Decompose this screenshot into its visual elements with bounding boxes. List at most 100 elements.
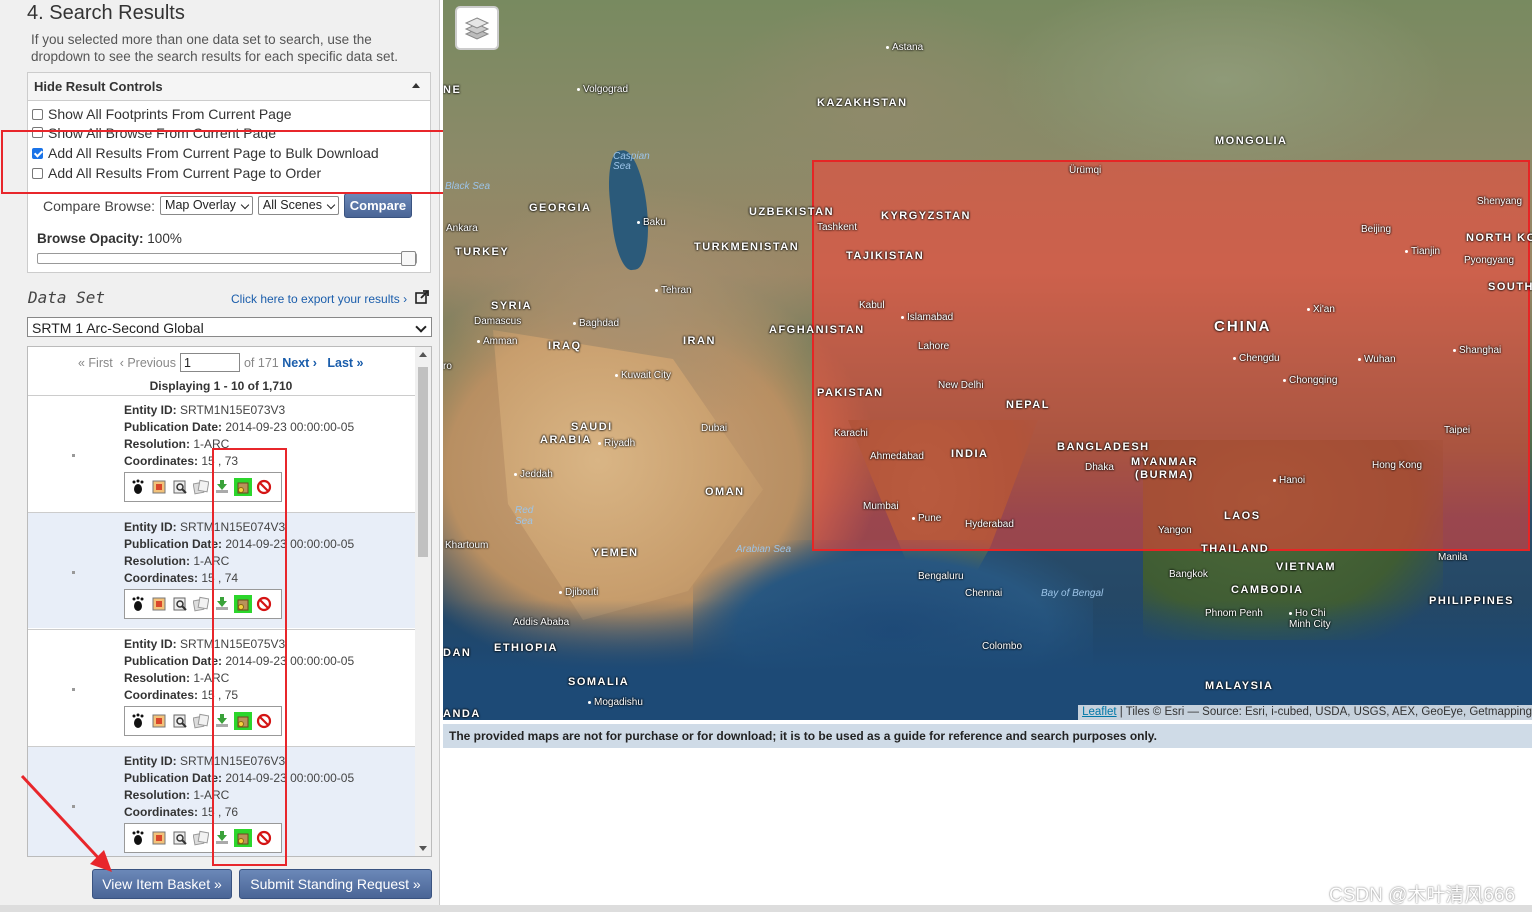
entity-id: SRTM1N15E076V3	[180, 754, 286, 768]
map-label: IRAQ	[548, 340, 582, 352]
coordinates: 15 , 74	[201, 571, 239, 585]
publication-date: 2014-09-23 00:00:00-05	[225, 654, 355, 668]
leaflet-link[interactable]: Leaflet	[1082, 706, 1117, 718]
footprint-icon[interactable]	[129, 478, 147, 496]
compare-icon[interactable]	[192, 595, 210, 613]
first-page-link[interactable]: « First	[78, 356, 113, 370]
show-browse-checkbox[interactable]	[32, 127, 43, 138]
result-item[interactable]: Entity ID: SRTM1N15E076V3 Publication Da…	[28, 746, 415, 856]
compare-scenes-select[interactable]: All Scenes	[257, 196, 339, 215]
map-label: Mumbai	[863, 501, 899, 512]
last-page-link[interactable]: Last »	[327, 356, 363, 370]
external-link-icon[interactable]	[415, 290, 429, 304]
map-label: Baghdad	[573, 318, 619, 329]
exclude-icon[interactable]	[255, 829, 273, 847]
compare-icon[interactable]	[192, 712, 210, 730]
opacity-slider[interactable]	[37, 251, 417, 266]
map-label: Tehran	[655, 285, 692, 296]
bulk-download-icon[interactable]	[234, 712, 252, 730]
view-item-basket-button[interactable]: View Item Basket »	[92, 869, 232, 899]
result-metadata: Entity ID: SRTM1N15E074V3 Publication Da…	[124, 519, 354, 587]
data-set-select[interactable]: SRTM 1 Arc-Second Global	[27, 317, 432, 337]
layers-control[interactable]	[455, 6, 499, 50]
footprint-icon[interactable]	[129, 829, 147, 847]
compare-icon[interactable]	[192, 829, 210, 847]
coordinates-label: Coordinates:	[124, 805, 199, 819]
map-label: SOUTH	[1488, 281, 1532, 293]
section-title: 4. Search Results	[27, 2, 185, 24]
exclude-icon[interactable]	[255, 712, 273, 730]
map-label: Kabul	[859, 300, 885, 311]
download-icon[interactable]	[213, 595, 231, 613]
result-item[interactable]: Entity ID: SRTM1N15E073V3 Publication Da…	[28, 395, 415, 511]
map-label: Astana	[886, 42, 923, 53]
page-number-input[interactable]: 1	[179, 353, 240, 372]
compare-button[interactable]: Compare	[343, 193, 412, 218]
browse-opacity-label: Browse Opacity:	[37, 231, 144, 246]
result-item[interactable]: Entity ID: SRTM1N15E074V3 Publication Da…	[28, 512, 415, 628]
metadata-icon[interactable]	[171, 712, 189, 730]
map-label: AFGHANISTAN	[769, 324, 865, 336]
bottom-scrollbar[interactable]	[0, 905, 1532, 912]
download-icon[interactable]	[213, 712, 231, 730]
map-label: PAKISTAN	[817, 387, 884, 399]
bulk-download-option[interactable]: Add All Results From Current Page to Bul…	[32, 145, 379, 161]
resolution-label: Resolution:	[124, 788, 190, 802]
previous-page-link[interactable]: ‹ Previous	[120, 356, 176, 370]
footprint-icon[interactable]	[129, 712, 147, 730]
opacity-slider-handle[interactable]	[401, 251, 416, 266]
publication-label: Publication Date:	[124, 537, 223, 551]
map-label: TURKMENISTAN	[694, 241, 800, 253]
bulk-download-checkbox[interactable]	[32, 147, 43, 159]
submit-standing-request-button[interactable]: Submit Standing Request »	[239, 869, 432, 899]
browse-overlay-icon[interactable]	[150, 478, 168, 496]
result-controls: Hide Result Controls Show All Footprints…	[27, 72, 431, 273]
show-browse-option[interactable]: Show All Browse From Current Page	[32, 126, 276, 139]
scroll-up-icon[interactable]	[419, 352, 427, 357]
results-list: « First ‹ Previous 1 of 171 Next › Last …	[27, 346, 432, 857]
bulk-download-icon[interactable]	[234, 829, 252, 847]
result-thumbnail[interactable]	[72, 454, 75, 457]
download-icon[interactable]	[213, 478, 231, 496]
map-label: Islamabad	[901, 312, 953, 323]
search-results-panel: 4. Search Results If you selected more t…	[0, 0, 440, 912]
result-thumbnail[interactable]	[72, 688, 75, 691]
result-thumbnail[interactable]	[72, 571, 75, 574]
download-icon[interactable]	[213, 829, 231, 847]
metadata-icon[interactable]	[171, 595, 189, 613]
metadata-icon[interactable]	[171, 478, 189, 496]
scroll-down-icon[interactable]	[419, 846, 427, 851]
hide-result-controls-toggle[interactable]: Hide Result Controls	[28, 73, 430, 101]
export-results-link[interactable]: Click here to export your results ›	[231, 292, 407, 306]
result-item[interactable]: Entity ID: SRTM1N15E075V3 Publication Da…	[28, 629, 415, 745]
compare-mode-select[interactable]: Map Overlay	[160, 196, 253, 215]
show-footprints-checkbox[interactable]	[32, 108, 43, 120]
order-checkbox[interactable]	[32, 167, 43, 179]
browse-overlay-icon[interactable]	[150, 829, 168, 847]
scrollbar-thumb[interactable]	[418, 367, 428, 557]
result-controls-header: Hide Result Controls	[34, 79, 163, 94]
exclude-icon[interactable]	[255, 478, 273, 496]
map-label: Chongqing	[1283, 375, 1337, 386]
displaying-count: Displaying 1 - 10 of 1,710	[149, 379, 293, 393]
order-option[interactable]: Add All Results From Current Page to Ord…	[32, 165, 321, 181]
bulk-download-icon[interactable]	[234, 595, 252, 613]
data-set-label: Data Set	[28, 288, 106, 307]
results-scrollbar[interactable]	[415, 347, 431, 856]
result-thumbnail[interactable]	[72, 805, 75, 808]
footprint-icon[interactable]	[129, 595, 147, 613]
option-label: Show All Footprints From Current Page	[48, 106, 292, 122]
exclude-icon[interactable]	[255, 595, 273, 613]
next-page-link[interactable]: Next ›	[282, 356, 317, 370]
map-label: Kuwait City	[615, 370, 671, 381]
map-view[interactable]: Astana KAZAKHSTAN MONGOLIA Volgograd NE …	[443, 0, 1532, 720]
compare-icon[interactable]	[192, 478, 210, 496]
bulk-download-icon[interactable]	[234, 478, 252, 496]
browse-overlay-icon[interactable]	[150, 595, 168, 613]
map-label: Chengdu	[1233, 353, 1280, 364]
metadata-icon[interactable]	[171, 829, 189, 847]
resolution: 1-ARC	[193, 554, 230, 568]
browse-overlay-icon[interactable]	[150, 712, 168, 730]
show-footprints-option[interactable]: Show All Footprints From Current Page	[32, 106, 292, 122]
result-tools	[124, 823, 282, 853]
